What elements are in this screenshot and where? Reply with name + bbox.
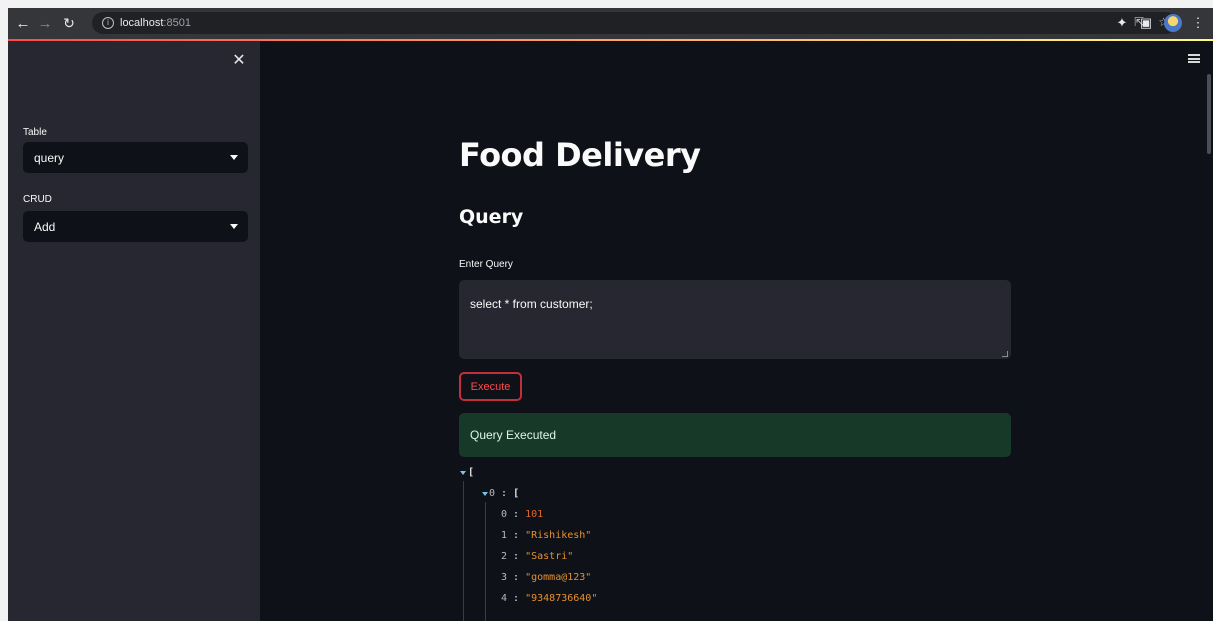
collapse-triangle-icon[interactable] xyxy=(460,471,466,475)
json-colon: : xyxy=(507,530,526,541)
scrollbar-thumb[interactable] xyxy=(1207,74,1211,154)
json-value: "9348736640" xyxy=(525,593,598,604)
resize-handle-icon[interactable] xyxy=(1002,351,1008,357)
crud-select[interactable]: Add xyxy=(23,211,248,242)
json-colon: : xyxy=(507,572,526,583)
query-label: Enter Query xyxy=(459,259,513,270)
app-window: ← → ↻ i localhost:8501 ⇱ ☆ ✦ ▣ ⋮ ✕ Table… xyxy=(8,8,1213,621)
execute-button[interactable]: Execute xyxy=(459,372,522,401)
forward-icon[interactable]: → xyxy=(34,12,56,34)
json-open-bracket: [ xyxy=(468,467,475,478)
success-alert: Query Executed xyxy=(459,413,1011,457)
chevron-down-icon xyxy=(230,224,238,229)
json-entry: 3 : "gomma@123" xyxy=(501,572,591,583)
table-select-value: query xyxy=(34,150,65,165)
browser-toolbar: ← → ↻ i localhost:8501 ⇱ ☆ ✦ ▣ ⋮ xyxy=(8,8,1213,39)
page-title: Food Delivery xyxy=(459,136,701,174)
profile-avatar[interactable] xyxy=(1164,14,1182,32)
json-row-header: 0 : [ xyxy=(489,488,519,499)
section-title: Query xyxy=(459,206,524,228)
collapse-triangle-icon[interactable] xyxy=(482,492,488,496)
json-value: "gomma@123" xyxy=(525,572,592,583)
puzzle-icon[interactable]: ✦ xyxy=(1112,13,1132,33)
kebab-icon[interactable]: ⋮ xyxy=(1188,13,1208,33)
close-icon[interactable]: ✕ xyxy=(230,51,248,69)
crud-select-value: Add xyxy=(34,219,56,234)
json-colon: : xyxy=(495,488,514,499)
json-row-bracket: [ xyxy=(513,488,520,499)
json-entry: 0 : 101 xyxy=(501,509,543,520)
table-label: Table xyxy=(23,127,47,138)
hamburger-icon[interactable] xyxy=(1188,54,1200,63)
address-bar[interactable]: i localhost:8501 ⇱ ☆ xyxy=(92,12,1177,34)
query-input[interactable]: select * from customer; xyxy=(459,280,1011,359)
sidebar: ✕ Table query CRUD Add xyxy=(8,41,260,621)
url-port: :8501 xyxy=(163,17,191,29)
json-colon: : xyxy=(507,593,526,604)
back-icon[interactable]: ← xyxy=(12,12,34,34)
json-value: 101 xyxy=(525,509,544,520)
crud-label: CRUD xyxy=(23,194,52,205)
json-entry: 2 : "Sastri" xyxy=(501,551,573,562)
chevron-down-icon xyxy=(230,155,238,160)
table-select[interactable]: query xyxy=(23,142,248,173)
json-value: "Sastri" xyxy=(525,551,574,562)
json-colon: : xyxy=(507,509,526,520)
url-host: localhost xyxy=(120,17,164,29)
json-entry: 1 : "Rishikesh" xyxy=(501,530,591,541)
sidepanel-icon[interactable]: ▣ xyxy=(1136,13,1156,33)
info-icon[interactable]: i xyxy=(102,17,114,29)
reload-icon[interactable]: ↻ xyxy=(58,12,80,34)
tree-guide xyxy=(463,481,464,621)
success-message: Query Executed xyxy=(470,428,557,442)
tree-guide xyxy=(485,502,486,621)
json-value: "Rishikesh" xyxy=(525,530,592,541)
json-entry: 4 : "9348736640" xyxy=(501,593,597,604)
json-colon: : xyxy=(507,551,526,562)
